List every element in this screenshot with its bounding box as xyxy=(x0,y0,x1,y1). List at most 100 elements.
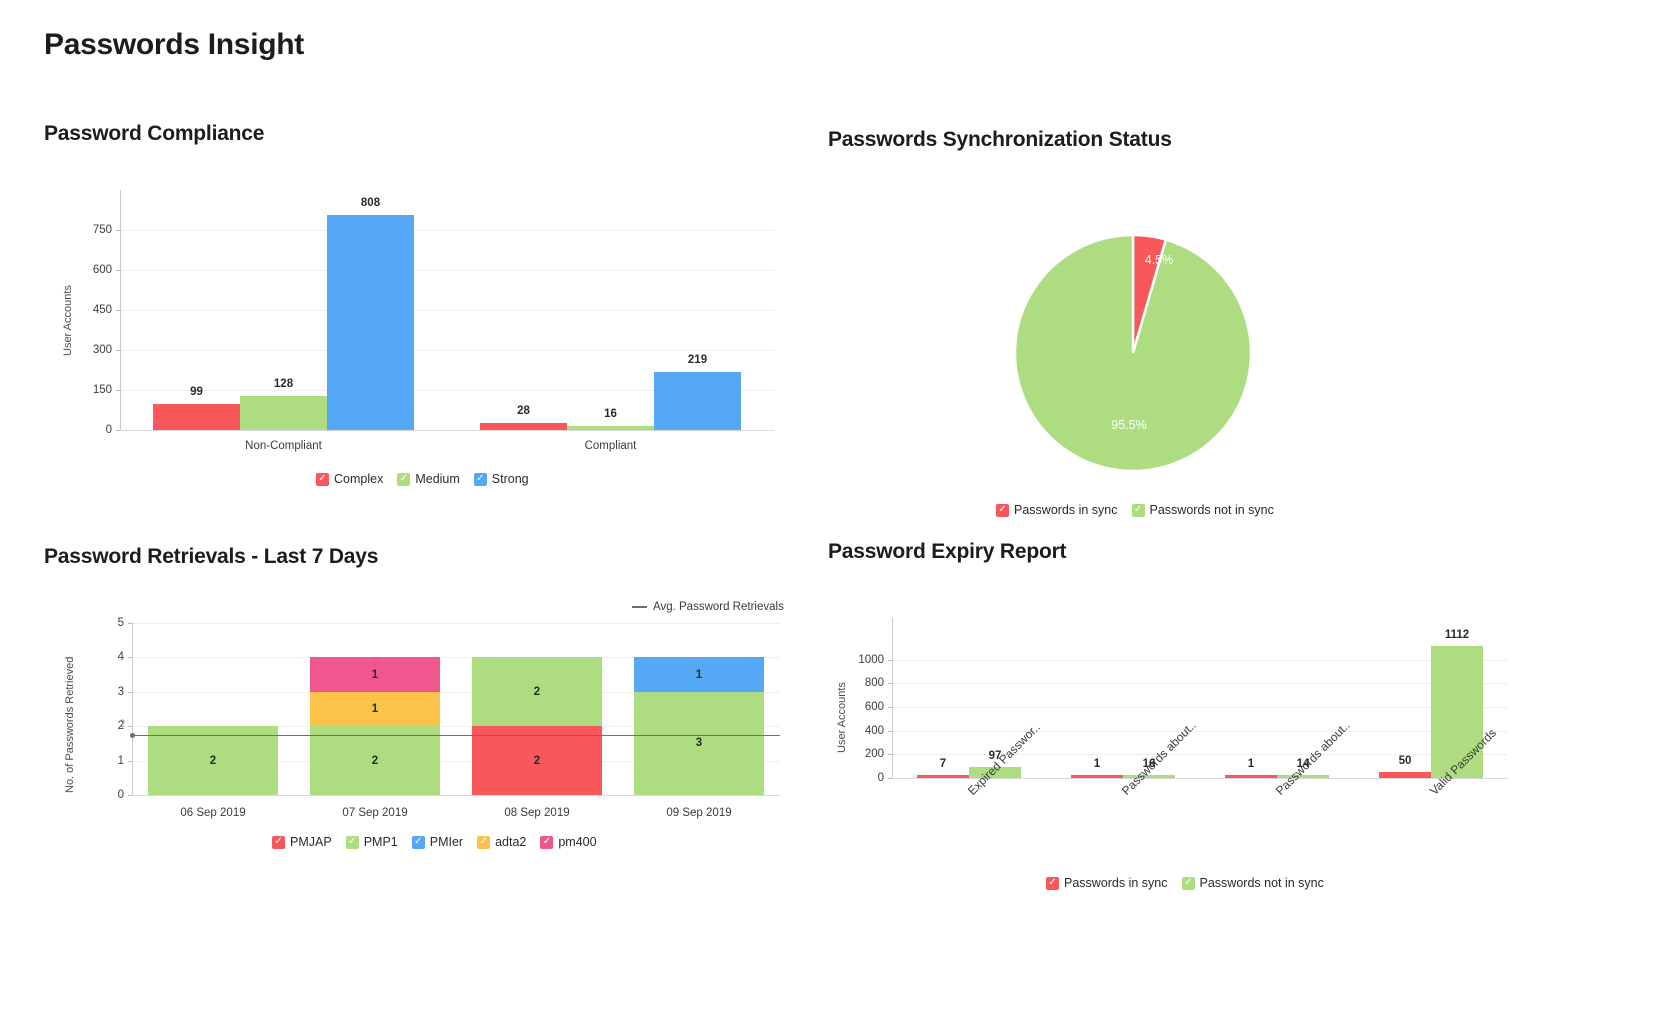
avg-reference-value: 2 xyxy=(119,717,126,730)
bar-compliant-medium[interactable] xyxy=(567,425,654,430)
checkbox-checked-icon[interactable]: ✓ xyxy=(996,503,1009,517)
stacked-bar-07-sep-2019[interactable]: 2 1 1 xyxy=(310,623,440,795)
stacked-bar-09-sep-2019[interactable]: 31 xyxy=(634,623,764,795)
y-tick-label: 150 xyxy=(92,384,112,396)
bar-cat2-passwords-in-sync[interactable] xyxy=(1071,775,1123,778)
checkbox-checked-icon[interactable]: ✓ xyxy=(397,472,411,486)
password-compliance-legend-item-medium[interactable]: ✓ Medium xyxy=(397,472,460,486)
segment-pmjap[interactable]: 2 xyxy=(472,726,602,795)
segment-pmp1[interactable]: 2 xyxy=(148,726,278,795)
y-tick-label: 3 xyxy=(117,685,124,698)
password-retrievals-legend-item-pmp1[interactable]: ✓ PMP1 xyxy=(345,835,398,849)
passwords-sync-title: Passwords Synchronization Status xyxy=(828,128,1172,151)
segment-pmp1[interactable]: 2 xyxy=(310,726,440,795)
y-axis-title: User Accounts xyxy=(836,682,848,753)
segment-pm400[interactable]: 1 xyxy=(310,657,440,692)
checkbox-checked-icon[interactable]: ✓ xyxy=(1131,503,1145,517)
password-expiry-legend: ✓ Passwords in sync ✓ Passwords not in sync xyxy=(1046,876,1324,890)
password-compliance-legend-item-complex[interactable]: ✓ Complex xyxy=(316,472,383,486)
bar-value-label: 1 xyxy=(1093,758,1101,770)
avg-legend-label: Avg. Password Retrievals xyxy=(653,601,784,613)
password-retrievals-legend-item-pm400[interactable]: ✓ pm400 xyxy=(540,835,597,849)
bar-value-label: 7 xyxy=(939,758,947,770)
y-tick-label: 0 xyxy=(877,772,884,784)
checkbox-checked-icon[interactable]: ✓ xyxy=(411,835,425,849)
checkbox-checked-icon[interactable]: ✓ xyxy=(1046,876,1059,890)
segment-value-label: 1 xyxy=(371,668,379,681)
bar-value-label: 1 xyxy=(1247,758,1255,770)
segment-pmier[interactable]: 1 xyxy=(634,657,764,692)
checkbox-checked-icon[interactable]: ✓ xyxy=(473,472,487,486)
checkbox-checked-icon[interactable]: ✓ xyxy=(316,472,329,486)
segment-value-label: 2 xyxy=(533,754,541,767)
password-retrievals-chart: No. of Passwords Retrieved 0 1 2 3 4 5 2 06 Sep … xyxy=(44,601,804,915)
y-tick-label: 450 xyxy=(92,304,112,316)
segment-value-label: 1 xyxy=(695,668,703,681)
y-axis-line xyxy=(132,623,133,795)
gridline xyxy=(120,310,774,311)
checkbox-checked-icon[interactable]: ✓ xyxy=(1181,876,1195,890)
bar-value-label: 50 xyxy=(1398,755,1412,768)
y-tick-label: 200 xyxy=(864,748,884,761)
y-tick-label: 5 xyxy=(117,617,124,629)
bar-value-label: 16 xyxy=(604,407,617,420)
avg-reference-legend[interactable]: Avg. Password Retrievals xyxy=(632,601,784,613)
legend-label: adta2 xyxy=(495,835,527,849)
y-tick-label: 1000 xyxy=(858,653,884,666)
bar-compliant-strong[interactable] xyxy=(654,371,741,430)
password-expiry-legend-item-passwords-not-in-sync[interactable]: ✓ Passwords not in sync xyxy=(1181,876,1324,890)
y-tick-label: 750 xyxy=(92,224,112,236)
stacked-bar-08-sep-2019[interactable]: 22 xyxy=(472,623,602,795)
bar-cat1-passwords-in-sync[interactable] xyxy=(917,775,969,778)
x-axis-line xyxy=(120,430,774,431)
password-compliance-legend-item-strong[interactable]: ✓ Strong xyxy=(473,472,529,486)
legend-label: Passwords in sync xyxy=(1064,876,1168,890)
segment-adta2[interactable]: 1 xyxy=(310,691,440,727)
bar-value-label: 99 xyxy=(190,385,203,398)
gridline xyxy=(892,730,1508,732)
password-expiry-title: Password Expiry Report xyxy=(828,540,1067,563)
y-tick-label: 600 xyxy=(864,701,884,713)
bar-non-compliant-strong[interactable] xyxy=(327,214,414,430)
password-expiry-chart: User Accounts 0 200 400 600 800 1000 7 97 Expired… xyxy=(828,618,1628,918)
checkbox-checked-icon[interactable]: ✓ xyxy=(345,835,359,849)
passwords-sync-legend-item-passwords-in-sync[interactable]: ✓ Passwords in sync xyxy=(996,503,1118,517)
y-axis-line xyxy=(120,190,121,430)
passwords-insight-dashboard: Passwords Insight Password Compliance Us… xyxy=(0,0,1654,1018)
legend-label: Medium xyxy=(415,472,460,486)
pie-slice-passwords-not-in-sync[interactable] xyxy=(1013,233,1253,473)
bar-non-compliant-complex[interactable] xyxy=(153,403,240,430)
panel-password-retrievals: Password Retrievals - Last 7 Days No. of… xyxy=(44,545,804,915)
pie-slice-label: 95.5% xyxy=(1111,418,1147,432)
page-title: Passwords Insight xyxy=(44,28,304,61)
segment-pmp1[interactable]: 2 xyxy=(472,657,602,727)
stacked-bar-06-sep-2019[interactable]: 2 xyxy=(148,623,278,795)
legend-label: PMP1 xyxy=(363,835,398,849)
panel-password-compliance: Password Compliance User Accounts 0 150 300… xyxy=(44,122,804,502)
segment-value-label: 1 xyxy=(371,702,379,715)
segment-pmp1[interactable]: 3 xyxy=(634,691,764,795)
bar-non-compliant-medium[interactable] xyxy=(240,395,327,430)
bar-cat4-passwords-in-sync[interactable] xyxy=(1379,772,1431,778)
password-retrievals-legend-item-adta2[interactable]: ✓ adta2 xyxy=(477,835,526,849)
legend-label: Passwords in sync xyxy=(1014,503,1118,517)
password-expiry-legend-item-passwords-in-sync[interactable]: ✓ Passwords in sync xyxy=(1046,876,1168,890)
bar-value-label: 128 xyxy=(273,377,294,390)
checkbox-checked-icon[interactable]: ✓ xyxy=(477,835,491,849)
bar-compliant-complex[interactable] xyxy=(480,422,567,430)
segment-value-label: 2 xyxy=(533,685,541,698)
checkbox-checked-icon[interactable]: ✓ xyxy=(540,835,554,849)
bar-cat3-passwords-in-sync[interactable] xyxy=(1225,775,1277,778)
x-category-label: Non-Compliant xyxy=(245,440,322,452)
line-icon xyxy=(632,606,647,608)
password-retrievals-legend-item-pmier[interactable]: ✓ PMIer xyxy=(411,835,463,849)
password-compliance-legend: ✓ Complex ✓ Medium ✓ Strong xyxy=(316,472,529,486)
password-retrievals-legend-item-pmjap[interactable]: ✓ PMJAP xyxy=(272,835,332,849)
x-category-label-rotated: Expired Passwor.. xyxy=(965,720,1043,798)
checkbox-checked-icon[interactable]: ✓ xyxy=(272,835,285,849)
gridline xyxy=(120,350,774,351)
legend-label: Passwords not in sync xyxy=(1199,876,1324,890)
passwords-sync-legend-item-passwords-not-in-sync[interactable]: ✓ Passwords not in sync xyxy=(1131,503,1274,517)
x-category-label: 08 Sep 2019 xyxy=(504,807,570,819)
bar-value-label: 28 xyxy=(517,404,530,417)
